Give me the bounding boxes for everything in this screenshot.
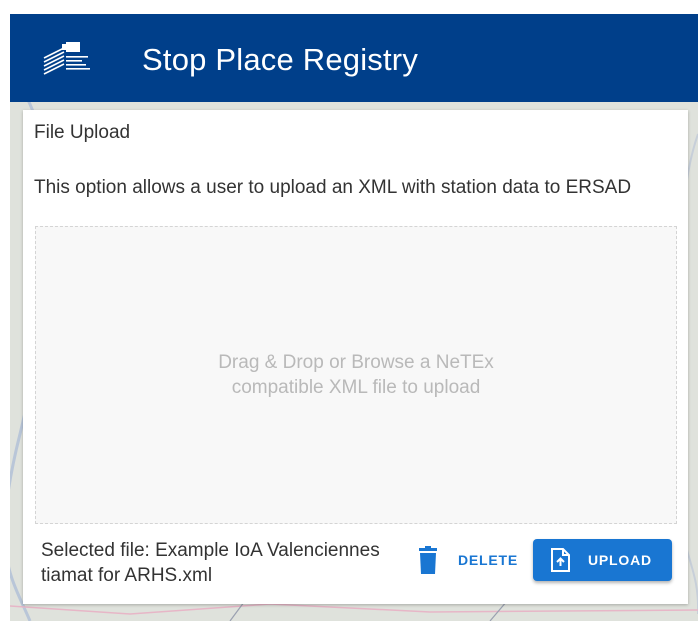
upload-button[interactable]: UPLOAD: [533, 539, 672, 581]
app-title: Stop Place Registry: [142, 42, 419, 77]
panel-title: File Upload: [34, 122, 131, 143]
file-upload-icon: [551, 548, 570, 572]
dropzone-text: Drag & Drop or Browse a NeTEx compatible…: [218, 352, 494, 398]
panel-description: This option allows a user to upload an X…: [34, 177, 632, 198]
delete-button-label: DELETE: [458, 552, 519, 568]
delete-button[interactable]: DELETE: [417, 542, 518, 578]
trash-icon: [419, 546, 437, 574]
file-upload-panel: File Upload This option allows a user to…: [23, 110, 688, 604]
app-header: Stop Place Registry: [10, 14, 698, 102]
upload-button-label: UPLOAD: [588, 552, 652, 568]
file-dropzone[interactable]: Drag & Drop or Browse a NeTEx compatible…: [35, 226, 677, 524]
eu-railways-logo-icon: [43, 42, 90, 75]
selected-file-label: Selected file: Example IoA Valenciennes …: [41, 540, 380, 586]
